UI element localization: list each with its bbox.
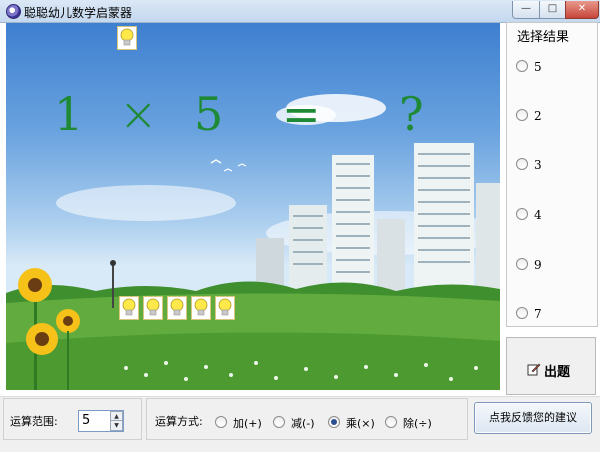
- radio-icon[interactable]: [516, 258, 528, 270]
- radio-icon[interactable]: [516, 208, 528, 220]
- result-option[interactable]: 3: [516, 158, 542, 174]
- radio-icon[interactable]: [273, 416, 285, 428]
- results-panel: 选择结果 5 2 3 4 9 7: [506, 22, 598, 327]
- mode-group: 运算方式: 加(+) 减(-) 乘(×) 除(÷): [146, 398, 468, 440]
- radio-icon[interactable]: [215, 416, 227, 428]
- lightbulb-icon: [167, 296, 187, 320]
- close-button[interactable]: ✕: [565, 1, 599, 19]
- radio-icon[interactable]: [516, 109, 528, 121]
- new-question-button[interactable]: 出题: [506, 337, 596, 395]
- radio-icon[interactable]: [516, 158, 528, 170]
- result-option[interactable]: 4: [516, 208, 542, 224]
- bottom-toolbar: 运算范围: 5 ▲ ▼ 运算方式: 加(+) 减(-) 乘(×) 除(÷) 点我…: [0, 396, 600, 452]
- operand-a: 1: [54, 87, 84, 141]
- mode-option-multiply[interactable]: 乘(×): [328, 415, 375, 431]
- radio-icon[interactable]: [516, 60, 528, 72]
- mode-option-add[interactable]: 加(+): [215, 415, 262, 431]
- pencil-paper-icon: [527, 363, 541, 376]
- scene-background: [6, 94, 500, 390]
- operand-b: 5: [194, 87, 224, 141]
- lightbulb-icon: [117, 26, 137, 50]
- range-value[interactable]: 5: [82, 413, 90, 428]
- results-title: 选择结果: [517, 30, 570, 45]
- range-stepper[interactable]: 5 ▲ ▼: [78, 410, 124, 432]
- lightbulb-icon: [143, 296, 163, 320]
- mode-option-divide[interactable]: 除(÷): [385, 415, 432, 431]
- window-title: 聪聪幼儿数学启蒙器: [24, 6, 133, 20]
- lightbulb-icon: [215, 296, 235, 320]
- stepper-down-icon[interactable]: ▼: [110, 420, 123, 431]
- mode-option-subtract[interactable]: 减(-): [273, 415, 315, 431]
- range-label: 运算范围:: [10, 415, 58, 428]
- unknown-answer: ?: [399, 87, 424, 141]
- minimize-button[interactable]: —: [512, 1, 540, 19]
- radio-icon[interactable]: [516, 307, 528, 319]
- mode-label: 运算方式:: [155, 415, 203, 428]
- equals-symbol: =: [282, 87, 321, 141]
- new-question-label: 出题: [544, 365, 571, 380]
- counting-bulbs: [119, 296, 239, 320]
- lightbulb-icon: [191, 296, 211, 320]
- range-group: 运算范围: 5 ▲ ▼: [3, 398, 142, 440]
- result-option[interactable]: 2: [516, 109, 542, 125]
- app-icon: [6, 4, 21, 19]
- radio-icon[interactable]: [385, 416, 397, 428]
- title-bar: 聪聪幼儿数学启蒙器 — □ ✕: [0, 0, 600, 23]
- feedback-button[interactable]: 点我反馈您的建议: [474, 402, 592, 434]
- result-option[interactable]: 7: [516, 307, 542, 323]
- result-option[interactable]: 5: [516, 60, 542, 76]
- lightbulb-icon: [119, 296, 139, 320]
- radio-selected-icon[interactable]: [328, 416, 340, 428]
- maximize-button[interactable]: □: [539, 1, 566, 19]
- problem-scene: 1 × 5 = ?: [6, 23, 500, 390]
- operator-symbol: ×: [119, 87, 158, 141]
- result-option[interactable]: 9: [516, 258, 542, 274]
